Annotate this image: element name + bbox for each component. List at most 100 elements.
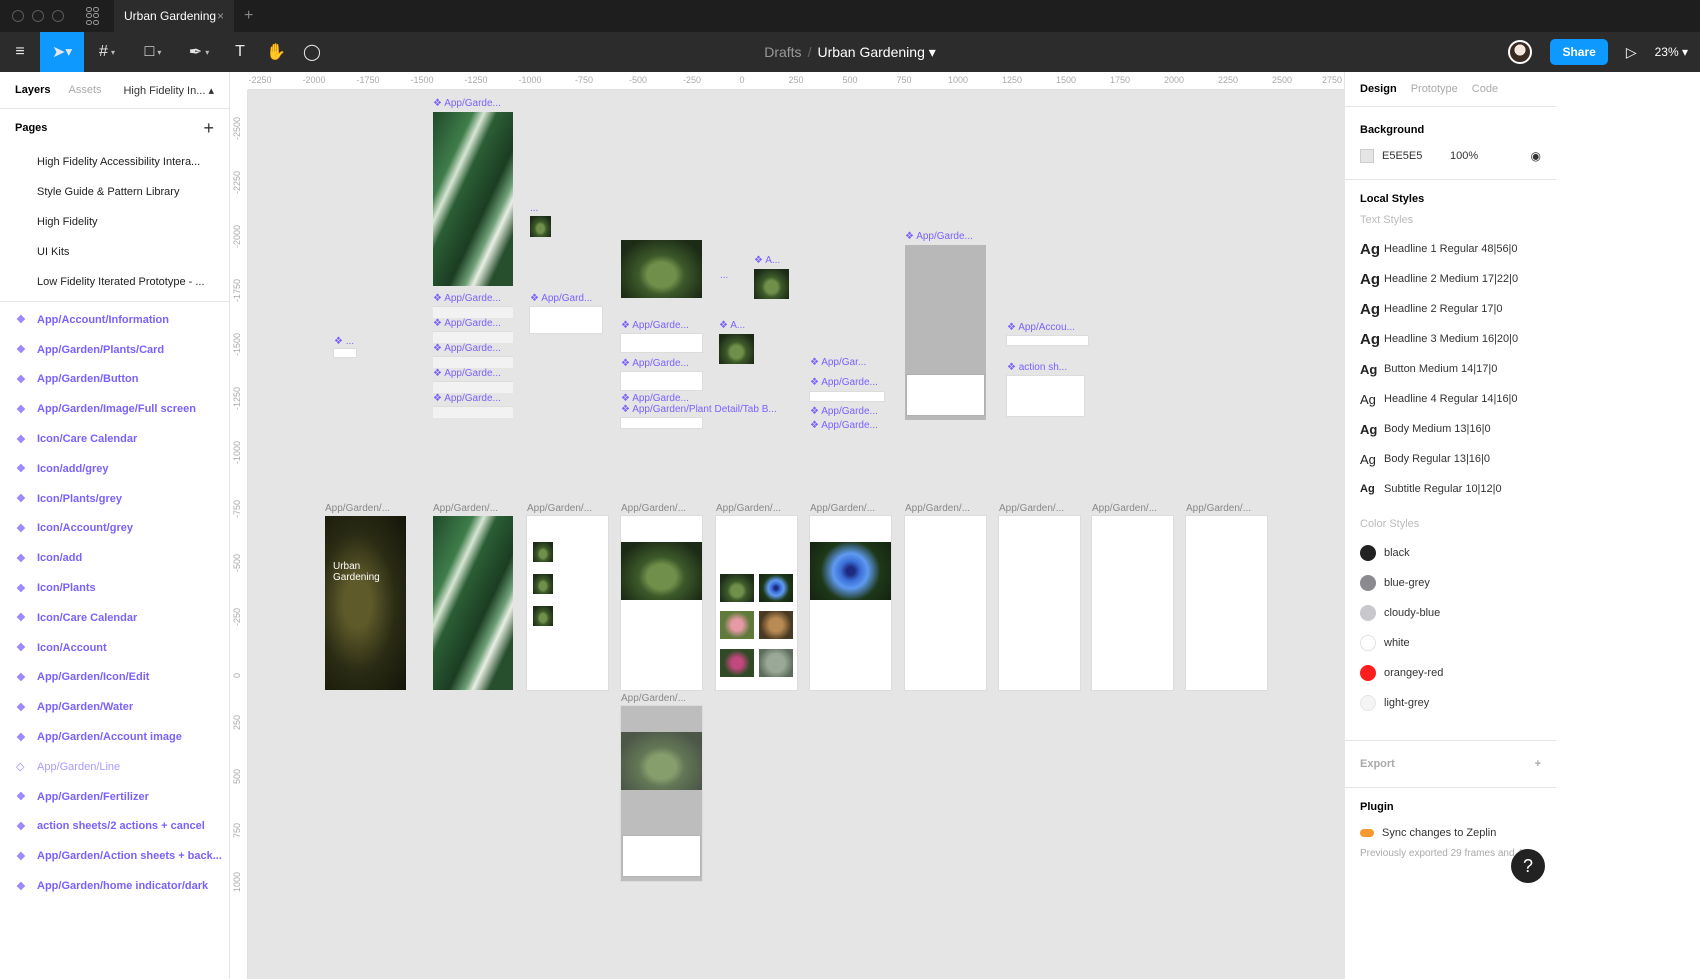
add-export-button[interactable]: + <box>1535 758 1541 770</box>
frame-label[interactable]: ❖ App/Garde... <box>810 377 878 388</box>
text-style-item[interactable]: Ag Headline 2 Regular 17|0 <box>1345 294 1556 324</box>
frame-label[interactable]: ❖ App/Garde... <box>433 293 501 304</box>
figma-logo-icon[interactable] <box>86 7 100 25</box>
frame-label[interactable]: ❖ App/Garde... <box>433 343 501 354</box>
tab-bar-frame[interactable] <box>433 356 513 368</box>
page-item[interactable]: UI Kits <box>0 237 229 267</box>
onboarding-screen-frame[interactable] <box>433 516 513 690</box>
button-frame[interactable] <box>334 349 356 357</box>
frame-label[interactable]: ❖ App/Garde... <box>621 393 689 404</box>
text-style-item[interactable]: Ag Body Regular 13|16|0 <box>1345 444 1556 474</box>
canvas[interactable]: -2250 -2000 -1750 -1500 -1250 -1000 -750… <box>230 72 1344 979</box>
background-hex-input[interactable]: E5E5E5 <box>1382 150 1442 162</box>
close-window-button[interactable] <box>12 10 24 22</box>
frame-label[interactable]: ❖ App/Garde... <box>433 98 501 109</box>
action-sheet-screen-frame[interactable] <box>621 706 702 881</box>
header-frame[interactable] <box>621 334 702 352</box>
tab-prototype[interactable]: Prototype <box>1411 83 1458 95</box>
plant-image-thumb[interactable] <box>719 334 754 364</box>
color-style-item[interactable]: black <box>1345 538 1556 568</box>
color-style-item[interactable]: white <box>1345 628 1556 658</box>
page-item[interactable]: High Fidelity Accessibility Intera... <box>0 147 229 177</box>
frame-label[interactable]: ... <box>720 270 728 281</box>
main-menu-button[interactable]: ≡ <box>0 32 40 72</box>
frame-label[interactable]: ❖ App/Garde... <box>810 420 878 431</box>
shape-tool-button[interactable]: □ ▾ <box>130 32 176 72</box>
minimize-window-button[interactable] <box>32 10 44 22</box>
frame-label[interactable]: ❖ App/Garde... <box>433 368 501 379</box>
layer-item[interactable]: ❖ App/Garden/Icon/Edit <box>0 663 229 693</box>
screen-label[interactable]: App/Garden/... <box>810 503 875 514</box>
frame-label[interactable]: ❖ App/Garde... <box>621 320 689 331</box>
screen-label[interactable]: App/Garden/... <box>621 693 686 704</box>
tab-bar-frame[interactable] <box>433 406 513 418</box>
splash-screen-frame[interactable]: Urban Gardening <box>325 516 406 690</box>
layer-item[interactable]: ❖ App/Garden/home indicator/dark <box>0 871 229 901</box>
layer-item[interactable]: ❖ Icon/Plants <box>0 573 229 603</box>
frame-label[interactable]: ❖ App/Garde... <box>433 393 501 404</box>
tab-bar-frame[interactable] <box>433 331 513 343</box>
flower-detail-screen-frame[interactable] <box>810 516 891 690</box>
share-button[interactable]: Share <box>1550 39 1608 65</box>
layer-item[interactable]: ❖ App/Account/Information <box>0 305 229 335</box>
frame-label[interactable]: ❖ App/Garde... <box>621 358 689 369</box>
layer-item[interactable]: ❖ Icon/Account/grey <box>0 514 229 544</box>
action-sheet-frame[interactable] <box>1007 376 1084 416</box>
layer-item[interactable]: ❖ App/Garden/Water <box>0 692 229 722</box>
header-frame[interactable] <box>621 372 702 390</box>
file-tab[interactable]: Urban Gardening × <box>114 0 234 32</box>
plant-image-thumb[interactable] <box>530 216 551 237</box>
new-tab-button[interactable]: + <box>244 7 253 25</box>
move-tool-button[interactable]: ➤ ▾ <box>40 32 84 72</box>
frame-tool-button[interactable]: # ▾ <box>84 32 130 72</box>
text-style-item[interactable]: Ag Body Medium 13|16|0 <box>1345 414 1556 444</box>
layer-item[interactable]: ❖ Icon/Account <box>0 633 229 663</box>
plant-image-thumb[interactable] <box>754 269 789 299</box>
screen-label[interactable]: App/Garden/... <box>999 503 1064 514</box>
plant-detail-screen-frame[interactable] <box>621 516 702 690</box>
zoom-level[interactable]: 23% ▾ <box>1655 45 1688 59</box>
care-calendar-screen-frame[interactable] <box>999 516 1080 690</box>
frame-label[interactable]: ❖ App/Garde... <box>810 406 878 417</box>
background-opacity-input[interactable]: 100% <box>1450 150 1478 162</box>
layer-item[interactable]: ❖ Icon/Care Calendar <box>0 603 229 633</box>
layer-item[interactable]: ❖ Icon/add/grey <box>0 454 229 484</box>
add-plant-screen-frame[interactable] <box>716 516 797 690</box>
text-style-item[interactable]: Ag Button Medium 14|17|0 <box>1345 354 1556 384</box>
color-style-item[interactable]: blue-grey <box>1345 568 1556 598</box>
add-page-button[interactable]: + <box>203 118 214 139</box>
background-swatch[interactable] <box>1360 149 1374 163</box>
layer-item[interactable]: ❖ Icon/Plants/grey <box>0 484 229 514</box>
present-play-icon[interactable]: ▷ <box>1626 44 1637 61</box>
layer-item[interactable]: ❖ action sheets/2 actions + cancel <box>0 812 229 842</box>
frame-fullscreen-image[interactable] <box>433 112 513 286</box>
tab-bar-frame[interactable] <box>433 381 513 393</box>
plugin-item[interactable]: Sync changes to Zeplin <box>1345 818 1556 848</box>
tab-bar-frame[interactable] <box>433 306 513 318</box>
my-plants-screen-frame[interactable] <box>527 516 608 690</box>
tab-design[interactable]: Design <box>1360 83 1397 95</box>
frame-label[interactable]: ❖ App/Gar... <box>810 357 866 368</box>
text-style-item[interactable]: Ag Headline 1 Regular 48|56|0 <box>1345 234 1556 264</box>
account-screen-frame[interactable] <box>905 516 986 690</box>
eye-icon[interactable]: ◉ <box>1531 149 1541 163</box>
frame-label[interactable]: ❖ App/Garde... <box>433 318 501 329</box>
breadcrumb-folder[interactable]: Drafts <box>764 44 801 60</box>
breadcrumb-file[interactable]: Urban Gardening <box>817 44 924 60</box>
frame-label[interactable]: ❖ A... <box>754 255 780 266</box>
plant-detail-image[interactable] <box>621 240 702 298</box>
pen-tool-button[interactable]: ✒ ▾ <box>176 32 222 72</box>
frame-label[interactable]: ❖ ... <box>334 336 354 347</box>
frame-label[interactable]: ... <box>530 203 538 214</box>
screen-label[interactable]: App/Garden/... <box>433 503 498 514</box>
hand-tool-button[interactable]: ✋ <box>258 32 294 72</box>
layer-item[interactable]: ❖ App/Garden/Button <box>0 365 229 395</box>
care-calendar-screen-frame[interactable] <box>1186 516 1267 690</box>
screen-label[interactable]: App/Garden/... <box>905 503 970 514</box>
color-style-item[interactable]: light-grey <box>1345 688 1556 718</box>
frame-label[interactable]: ❖ App/Garde... <box>905 231 973 242</box>
screen-label[interactable]: App/Garden/... <box>621 503 686 514</box>
page-item[interactable]: High Fidelity <box>0 207 229 237</box>
frame-label[interactable]: ❖ App/Accou... <box>1007 322 1075 333</box>
text-style-item[interactable]: Ag Headline 4 Regular 14|16|0 <box>1345 384 1556 414</box>
